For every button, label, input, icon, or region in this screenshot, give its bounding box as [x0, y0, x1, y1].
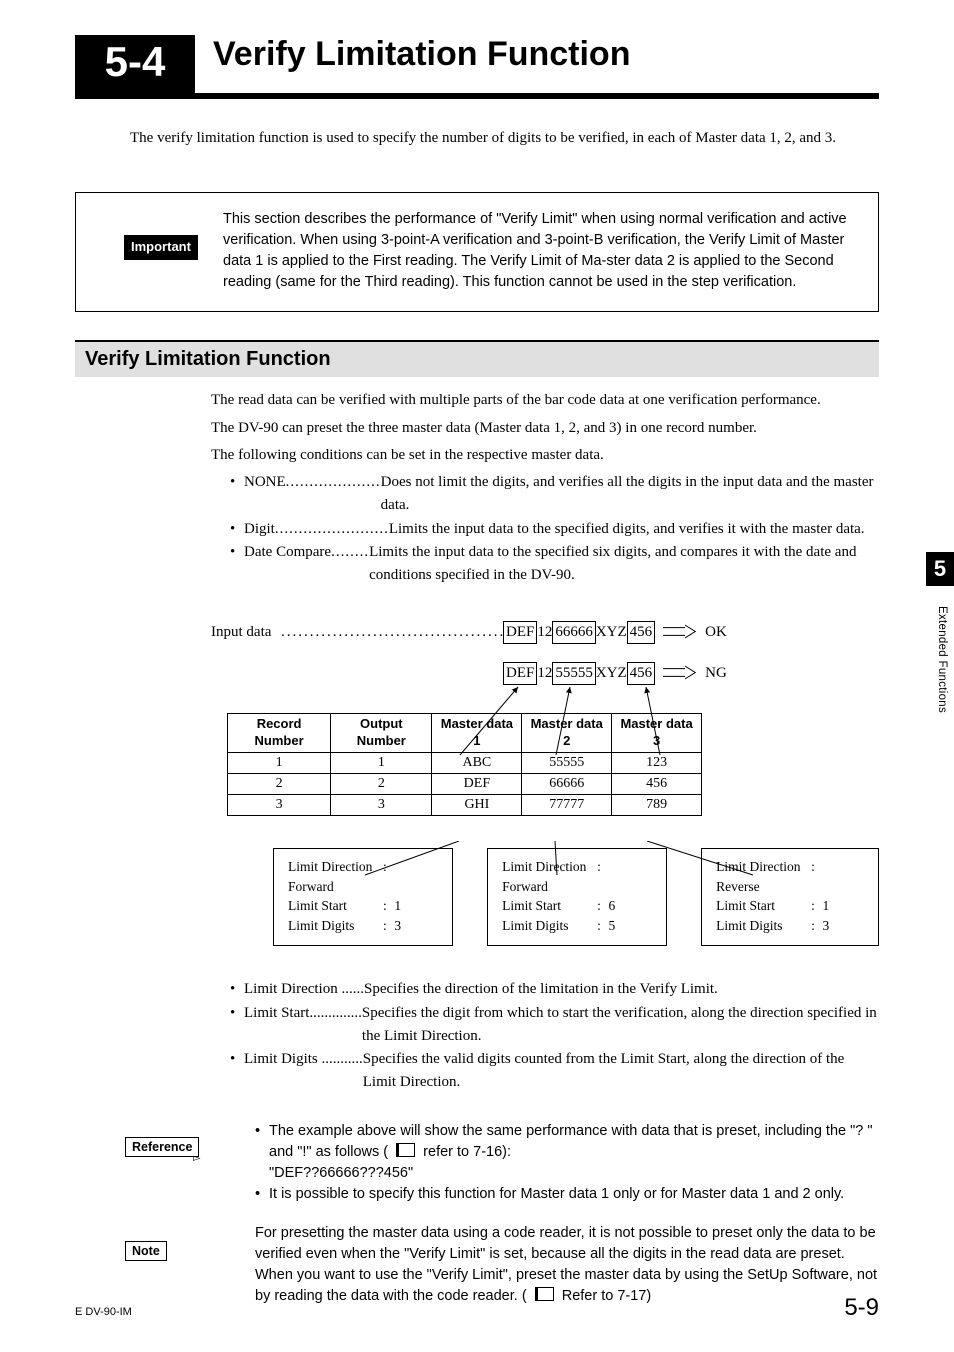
- chapter-rule: [75, 93, 879, 99]
- mode-dots: ........................: [275, 521, 389, 537]
- limit-value: 6: [608, 898, 615, 913]
- input-label: Input data: [211, 624, 281, 641]
- td: 77777: [522, 795, 612, 816]
- body-block: The read data can be verified with multi…: [211, 389, 879, 467]
- def-desc: Specifies the direction of the limitatio…: [364, 978, 879, 1001]
- reference-line: • The example above will show the same p…: [255, 1121, 879, 1184]
- def-name: Limit Start: [244, 1005, 309, 1021]
- side-tab: 5: [926, 552, 954, 586]
- td: 1: [228, 753, 331, 774]
- seg: 12: [537, 624, 552, 641]
- important-text: This section describes the performance o…: [223, 209, 864, 293]
- footer-page-number: 5-9: [844, 1294, 879, 1322]
- sub-heading: Verify Limitation Function: [75, 340, 879, 377]
- definition-row: • Limit Start.............. Specifies th…: [230, 1002, 879, 1049]
- limit-value: 1: [823, 898, 830, 913]
- mode-name: NONE: [244, 474, 286, 490]
- limit-label: Limit Digits: [288, 916, 383, 936]
- note-tag: Note: [125, 1241, 167, 1261]
- limit-value: 1: [394, 898, 401, 913]
- reference-block: Reference ▻ • The example above will sho…: [75, 1121, 879, 1205]
- limit-value: 3: [823, 918, 830, 933]
- limit-label: Limit Digits: [716, 916, 811, 936]
- td: 2: [228, 774, 331, 795]
- limit-value: 5: [608, 918, 615, 933]
- important-tag: Important: [124, 235, 198, 260]
- mode-dots: ....................: [286, 474, 381, 490]
- reference-arrow-icon: ▻: [193, 1153, 201, 1164]
- page: 5-4 Verify Limitation Function The verif…: [0, 0, 954, 1352]
- limit-label: Limit Start: [502, 896, 597, 916]
- td: 2: [331, 774, 432, 795]
- footer-doc-id: E DV-90-IM: [75, 1306, 132, 1318]
- td: 456: [612, 774, 702, 795]
- result-ng: NG: [705, 665, 727, 682]
- seg: XYZ: [596, 624, 627, 641]
- mode-bullets: • NONE.................... Does not limi…: [230, 471, 879, 587]
- reference-line: • It is possible to specify this functio…: [255, 1184, 879, 1205]
- mode-bullet: • Date Compare........ Limits the input …: [230, 541, 879, 588]
- connector-arrows: [406, 679, 706, 769]
- definition-row: • Limit Direction ...... Specifies the d…: [230, 978, 879, 1001]
- chapter-number: 5-4: [75, 35, 195, 93]
- body-line-3: The following conditions can be set in t…: [211, 444, 879, 467]
- definition-row: • Limit Digits ........... Specifies the…: [230, 1048, 879, 1095]
- table-row: 2 2 DEF 66666 456: [228, 774, 702, 795]
- arrow-icon: [663, 624, 697, 642]
- def-dots: ...........: [322, 1051, 363, 1067]
- def-name: Limit Direction: [244, 981, 338, 997]
- limit-label: Limit Start: [288, 896, 383, 916]
- mode-bullet: • NONE.................... Does not limi…: [230, 471, 879, 518]
- def-desc: Specifies the digit from which to start …: [362, 1002, 879, 1049]
- footer: E DV-90-IM 5-9: [75, 1294, 879, 1322]
- body-line-1: The read data can be verified with multi…: [211, 389, 879, 412]
- mode-name: Digit: [244, 521, 275, 537]
- result-ok: OK: [705, 624, 727, 641]
- seg: 456: [627, 621, 656, 644]
- chapter-header: 5-4 Verify Limitation Function: [75, 35, 879, 93]
- ref-text: The example above will show the same per…: [269, 1123, 873, 1160]
- mode-bullet: • Digit........................ Limits t…: [230, 518, 879, 541]
- limit-value: 3: [394, 918, 401, 933]
- side-tab-label: Extended Functions: [936, 606, 948, 713]
- intro-text: The verify limitation function is used t…: [130, 127, 879, 150]
- td: GHI: [432, 795, 522, 816]
- body-line-2: The DV-90 can preset the three master da…: [211, 417, 879, 440]
- definition-bullets: • Limit Direction ...... Specifies the d…: [230, 978, 879, 1094]
- ref-text: refer to 7-16):: [423, 1144, 511, 1160]
- ref-text: It is possible to specify this function …: [269, 1184, 879, 1205]
- mode-desc: Does not limit the digits, and verifies …: [381, 471, 879, 518]
- td: DEF: [432, 774, 522, 795]
- th: Record Number: [228, 714, 331, 753]
- def-name: Limit Digits: [244, 1051, 318, 1067]
- seg: 66666: [552, 621, 596, 644]
- seg: DEF: [503, 621, 537, 644]
- limit-label: Limit Digits: [502, 916, 597, 936]
- mode-dots: ........: [331, 544, 369, 560]
- diagram: Input data .............................…: [211, 621, 879, 946]
- limit-label: Limit Start: [716, 896, 811, 916]
- mode-name: Date Compare: [244, 544, 331, 560]
- td: 66666: [522, 774, 612, 795]
- def-desc: Specifies the valid digits counted from …: [363, 1048, 879, 1095]
- td: 3: [331, 795, 432, 816]
- def-dots: ..............: [309, 1005, 362, 1021]
- important-box: Important This section describes the per…: [75, 192, 879, 312]
- mode-desc: Limits the input data to the specified s…: [369, 541, 879, 588]
- chapter-title: Verify Limitation Function: [213, 35, 630, 74]
- ref-text: "DEF??66666???456": [269, 1165, 413, 1181]
- td: 789: [612, 795, 702, 816]
- reference-tag: Reference: [125, 1137, 199, 1157]
- input-line-ok: Input data .............................…: [211, 621, 879, 644]
- td: 3: [228, 795, 331, 816]
- book-icon: [396, 1143, 415, 1157]
- mode-desc: Limits the input data to the specified d…: [389, 518, 879, 541]
- def-dots: ......: [341, 981, 364, 997]
- table-row: 3 3 GHI 77777 789: [228, 795, 702, 816]
- input-dots: ........................................…: [281, 624, 503, 641]
- fan-connectors: [227, 841, 827, 881]
